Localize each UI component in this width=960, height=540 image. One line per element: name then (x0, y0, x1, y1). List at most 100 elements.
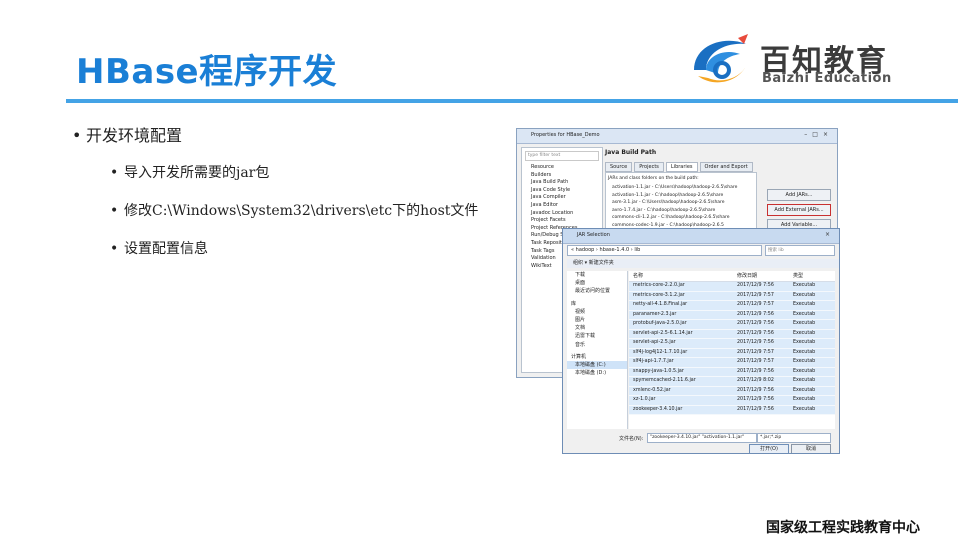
jar-list-item[interactable]: activation-1.1.jar - C:\hadoop\hadoop-2.… (606, 192, 756, 200)
window-controls[interactable]: –□× (804, 131, 833, 138)
bullet-list: • 开发环境配置 • 导入开发所需要的jar包 • 修改C:\Windows\Syst… (72, 122, 478, 276)
jar-list-item[interactable]: avro-1.7.4.jar - C:\hadoop\hadoop-2.6.5\… (606, 207, 756, 215)
jar-list-item[interactable]: asm-3.1.jar - C:\Users\hadoop\hadoop-2.6… (606, 199, 756, 207)
tree-item[interactable]: Java Build Path (522, 179, 602, 187)
file-name: protobuf-java-2.5.0.jar (633, 321, 687, 326)
file-row[interactable]: xz-1.0.jar 2017/12/9 7:56 Executab (629, 396, 835, 406)
jar-list-caption: JARs and class folders on the build path… (608, 176, 699, 181)
file-type: Executab (793, 302, 816, 307)
jar-list-item[interactable]: activation-1.1.jar - C:\Users\hadoop\had… (606, 184, 756, 192)
tab-order-export[interactable]: Order and Export (699, 162, 753, 172)
file-date: 2017/12/9 7:56 (737, 321, 774, 326)
nav-item[interactable]: 迅雷下载 (567, 332, 627, 340)
file-row[interactable]: spymemcached-2.11.6.jar 2017/12/9 8:02 Exe… (629, 377, 835, 387)
file-type: Executab (793, 283, 816, 288)
window-titlebar: Properties for HBase_Demo –□× (517, 129, 837, 144)
open-button[interactable]: 打开(O) (749, 444, 789, 453)
file-date: 2017/12/9 7:57 (737, 292, 774, 298)
file-date: 2017/12/9 8:02 (737, 378, 774, 383)
nav-item[interactable]: 最近访问的位置 (567, 287, 627, 295)
file-type: Executab (793, 387, 816, 393)
bullet-item: • 设置配置信息 (110, 241, 208, 257)
tree-item[interactable]: Project Facets (522, 217, 602, 225)
file-row[interactable]: protobuf-java-2.5.0.jar 2017/12/9 7:56 Exe… (629, 320, 835, 330)
file-rows: metrics-core-2.2.0.jar 2017/12/9 7:56 Exec… (629, 282, 835, 415)
file-date: 2017/12/9 7:57 (737, 349, 774, 355)
nav-item[interactable]: 下载 (567, 271, 627, 279)
nav-item[interactable]: 文档 (567, 324, 627, 332)
nav-item[interactable]: 视频 (567, 308, 627, 316)
jar-selection-dialog: JAR Selection × « hadoop › hbase-1.4.0 ›… (562, 228, 840, 454)
file-list: 名称 修改日期 类型 metrics-core-2.2.0.jar 2017/12… (629, 271, 835, 429)
file-type: Executab (793, 349, 816, 355)
file-row[interactable]: metrics-core-3.1.2.jar 2017/12/9 7:57 Exec… (629, 291, 835, 301)
tab-libraries[interactable]: Libraries (665, 162, 698, 172)
filter-input[interactable]: type filter text (525, 151, 599, 161)
file-row[interactable]: snappy-java-1.0.5.jar 2017/12/9 7:56 Execu… (629, 367, 835, 377)
dialog-footer: 文件名(N): "zookeeper-3.4.10.jar" "activati… (567, 433, 835, 453)
close-icon[interactable]: × (825, 231, 835, 238)
file-name: xmlenc-0.52.jar (633, 387, 671, 393)
nav-item[interactable]: 本地磁盘 (D:) (567, 369, 627, 377)
jar-list-items: activation-1.1.jar - C:\Users\hadoop\had… (606, 184, 756, 229)
bullet-text: 开发环境配置 (86, 126, 183, 145)
title-divider (66, 99, 958, 103)
nav-item[interactable]: 音乐 (567, 341, 627, 349)
file-row[interactable]: servlet-api-2.5-6.1.14.jar 2017/12/9 7:56… (629, 329, 835, 339)
file-date: 2017/12/9 7:56 (737, 406, 774, 412)
file-type: Executab (793, 321, 816, 326)
nav-item[interactable]: 桌面 (567, 279, 627, 287)
tree-item[interactable]: Javadoc Location (522, 210, 602, 218)
file-list-header: 名称 修改日期 类型 (629, 271, 835, 282)
file-type: Executab (793, 292, 816, 298)
build-path-tabs: Source Projects Libraries Order and Expo… (605, 162, 833, 172)
tree-item[interactable]: Java Code Style (522, 187, 602, 195)
search-input[interactable]: 搜索 lib (765, 245, 835, 256)
filetype-select[interactable]: *.jar;*.zip (757, 433, 831, 443)
tree-item[interactable]: Java Editor (522, 202, 602, 210)
file-row[interactable]: servlet-api-2.5.jar 2017/12/9 7:56 Executa… (629, 339, 835, 349)
file-type: Executab (793, 368, 816, 374)
column-name[interactable]: 名称 (629, 271, 737, 281)
column-type[interactable]: 类型 (793, 271, 835, 281)
file-date: 2017/12/9 7:56 (737, 283, 774, 288)
tab-source[interactable]: Source (605, 162, 633, 172)
jar-list-item[interactable]: commons-cli-1.2.jar - C:\hadoop\hadoop-2… (606, 214, 756, 222)
cancel-button[interactable]: 取消 (791, 444, 831, 453)
nav-item[interactable]: 本地磁盘 (C:) (567, 361, 627, 370)
tree-item[interactable]: Resource (522, 164, 602, 172)
filename-input[interactable]: "zookeeper-3.4.10.jar" "activation-1.1.j… (647, 433, 757, 443)
column-date[interactable]: 修改日期 (737, 271, 793, 281)
bullet-text: 设置配置信息 (124, 241, 208, 257)
file-row[interactable]: slf4j-api-1.7.7.jar 2017/12/9 7:57 Executa… (629, 358, 835, 368)
file-type: Executab (793, 359, 816, 364)
file-row[interactable]: slf4j-log4j12-1.7.10.jar 2017/12/9 7:57 Ex… (629, 348, 835, 358)
tab-projects[interactable]: Projects (634, 162, 664, 172)
file-row[interactable]: metrics-core-2.2.0.jar 2017/12/9 7:56 Exec… (629, 282, 835, 292)
file-date: 2017/12/9 7:56 (737, 330, 774, 336)
add-external-jars-button[interactable]: Add External JARs... (767, 204, 831, 216)
nav-item[interactable]: 计算机 (567, 353, 627, 361)
add-jars-button[interactable]: Add JARs... (767, 189, 831, 201)
dialog-titlebar: JAR Selection × (563, 229, 839, 244)
nav-item[interactable]: 图片 (567, 316, 627, 324)
brand-logo: 百知教育 Baizhi Education (684, 30, 904, 90)
file-date: 2017/12/9 7:56 (737, 311, 774, 317)
file-row[interactable]: netty-all-4.1.8.Final.jar 2017/12/9 7:57 E… (629, 301, 835, 311)
filename-label: 文件名(N): (619, 436, 644, 442)
file-row[interactable]: paranamer-2.3.jar 2017/12/9 7:56 Executab (629, 310, 835, 320)
bullet-item: • 开发环境配置 (72, 126, 183, 145)
file-row[interactable]: zookeeper-3.4.10.jar 2017/12/9 7:56 Execut… (629, 405, 835, 415)
file-name: servlet-api-2.5.jar (633, 340, 676, 345)
nav-item[interactable]: 库 (567, 300, 627, 308)
path-breadcrumb[interactable]: « hadoop › hbase-1.4.0 › lib (567, 245, 762, 256)
file-name: slf4j-api-1.7.7.jar (633, 359, 674, 364)
file-name: metrics-core-2.2.0.jar (633, 283, 685, 288)
dialog-toolbar[interactable]: 组织 ▾ 新建文件夹 (567, 259, 839, 268)
dialog-title: JAR Selection (577, 232, 610, 238)
bullet-item: • 导入开发所需要的jar包 (110, 165, 270, 181)
bullet-text: 导入开发所需要的jar包 (124, 165, 270, 181)
tree-item[interactable]: Builders (522, 172, 602, 180)
file-row[interactable]: xmlenc-0.52.jar 2017/12/9 7:56 Executab (629, 386, 835, 396)
tree-item[interactable]: Java Compiler (522, 194, 602, 202)
